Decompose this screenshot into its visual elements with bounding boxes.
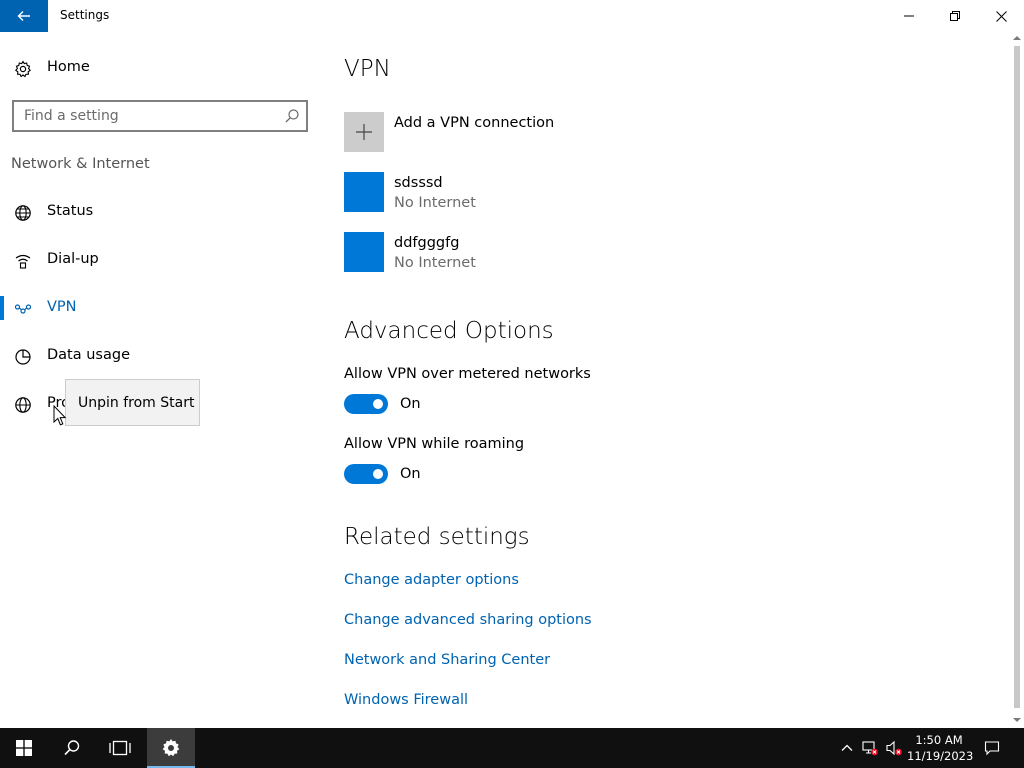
back-arrow-icon (17, 11, 30, 21)
vpn-connection-name: ddfgggfg (394, 235, 460, 251)
taskbar-settings-app[interactable] (147, 728, 195, 768)
vpn-connection-tile[interactable] (344, 172, 384, 212)
clock-date[interactable]: 11/19/2023 (907, 749, 973, 763)
close-button[interactable] (978, 0, 1024, 32)
dialup-icon (15, 254, 31, 269)
search-icon[interactable] (284, 108, 300, 124)
home-label: Home (47, 59, 90, 75)
action-center-icon[interactable] (984, 740, 1000, 756)
roaming-toggle[interactable] (344, 464, 388, 484)
sidebar-item-status[interactable]: Status (0, 192, 320, 232)
sidebar-item-data-usage[interactable]: Data usage (0, 336, 320, 376)
main-content: VPN Add a VPN connection sdsssd No Inter… (320, 32, 1010, 728)
unpin-tooltip[interactable]: Unpin from Start (65, 379, 200, 426)
proxy-globe-icon (15, 397, 31, 413)
task-view-icon (109, 740, 131, 756)
task-view-button[interactable] (96, 728, 144, 768)
window-title: Settings (60, 8, 110, 22)
vpn-connection-status: No Internet (394, 255, 476, 271)
windows-firewall-link[interactable]: Windows Firewall (344, 692, 468, 708)
toggle-knob (373, 399, 383, 409)
chevron-up-icon[interactable] (839, 740, 855, 756)
plus-icon (356, 124, 372, 140)
tooltip-text: Unpin from Start (78, 395, 195, 411)
sidebar-item-dial-up[interactable]: Dial-up (0, 240, 320, 280)
sidebar-item-home[interactable]: Home (0, 52, 320, 84)
scroll-up-arrow-icon[interactable] (1013, 34, 1021, 42)
change-adapter-options-link[interactable]: Change adapter options (344, 572, 519, 588)
back-button[interactable] (0, 0, 48, 32)
sidebar-item-label: Data usage (47, 347, 130, 363)
roaming-label: Allow VPN while roaming (344, 436, 525, 452)
restore-icon (950, 11, 960, 21)
minimize-button[interactable] (886, 0, 932, 32)
selection-indicator (0, 296, 4, 320)
scroll-down-arrow-icon[interactable] (1013, 716, 1021, 724)
roaming-state: On (400, 466, 421, 482)
network-disconnected-icon[interactable] (862, 740, 878, 756)
change-advanced-sharing-link[interactable]: Change advanced sharing options (344, 612, 592, 628)
minimize-icon (904, 15, 914, 17)
start-button[interactable] (0, 728, 48, 768)
clock-time[interactable]: 1:50 AM (910, 733, 968, 747)
title-bar: Settings (0, 0, 1024, 32)
taskbar-search-button[interactable] (48, 728, 96, 768)
close-icon (995, 10, 1007, 22)
sidebar-item-label: VPN (47, 299, 77, 315)
sidebar-item-vpn[interactable]: VPN (0, 288, 320, 328)
vpn-connection-name: sdsssd (394, 175, 443, 191)
vpn-connection-tile[interactable] (344, 232, 384, 272)
gear-icon (14, 60, 32, 78)
metered-networks-label: Allow VPN over metered networks (344, 366, 591, 382)
windows-logo-icon (16, 740, 32, 756)
vpn-icon (14, 304, 32, 314)
advanced-options-heading: Advanced Options (344, 318, 554, 344)
sidebar-item-label: Status (47, 203, 94, 219)
data-usage-icon (15, 349, 31, 365)
volume-muted-icon[interactable] (886, 740, 902, 756)
sidebar-item-label: Dial-up (47, 251, 99, 267)
add-tile[interactable] (344, 112, 384, 152)
network-sharing-center-link[interactable]: Network and Sharing Center (344, 652, 550, 668)
add-vpn-label[interactable]: Add a VPN connection (394, 115, 554, 131)
search-input[interactable] (14, 102, 282, 130)
globe-icon (15, 205, 31, 221)
search-box[interactable] (12, 100, 308, 132)
search-icon (64, 740, 80, 756)
page-title: VPN (344, 56, 391, 82)
scroll-thumb[interactable] (1014, 46, 1020, 708)
taskbar: 1:50 AM 11/19/2023 (0, 728, 1024, 768)
section-label: Network & Internet (11, 156, 150, 172)
gear-icon (162, 739, 180, 757)
scrollbar[interactable] (1010, 32, 1024, 728)
restore-button[interactable] (932, 0, 978, 32)
vpn-connection-status: No Internet (394, 195, 476, 211)
mouse-cursor-icon (53, 405, 67, 426)
related-settings-heading: Related settings (344, 524, 530, 550)
toggle-knob (373, 469, 383, 479)
metered-networks-toggle[interactable] (344, 394, 388, 414)
metered-networks-state: On (400, 396, 421, 412)
